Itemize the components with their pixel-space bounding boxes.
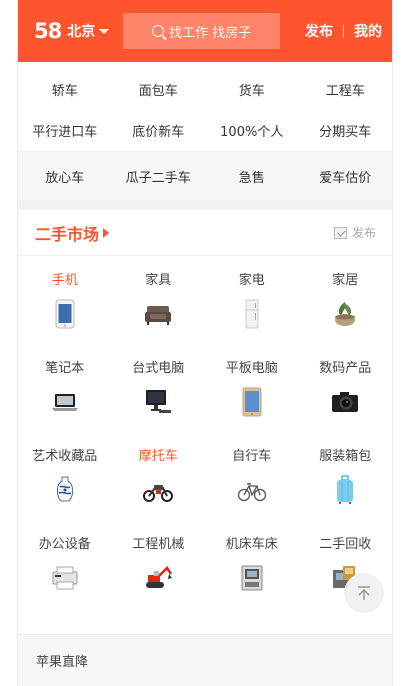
category-item[interactable]: 手机: [18, 270, 112, 358]
category-label: 笔记本: [45, 361, 85, 376]
city-selector[interactable]: 北京: [67, 21, 110, 41]
category-label: 家具: [145, 273, 172, 288]
back-to-top-button[interactable]: [344, 573, 384, 613]
printer-icon: [49, 562, 81, 594]
category-label: 办公设备: [38, 537, 91, 552]
category-label: 摩托车: [138, 449, 178, 464]
logo[interactable]: 58: [34, 19, 62, 43]
excavator-icon: [142, 562, 174, 594]
category-item[interactable]: 平板电脑: [205, 358, 299, 446]
quick-link[interactable]: 货车: [205, 69, 299, 110]
category-label: 工程机械: [132, 537, 185, 552]
quick-link[interactable]: 轿车: [18, 69, 112, 110]
category-label: 家居: [332, 273, 359, 288]
header-links: 发布 我的: [305, 21, 382, 41]
quick-link[interactable]: 爱车估价: [299, 152, 393, 200]
quick-link[interactable]: 瓜子二手车: [112, 152, 206, 200]
quick-link[interactable]: 急售: [205, 152, 299, 200]
bicycle-icon: [236, 474, 268, 506]
category-label: 二手回收: [319, 537, 372, 552]
camera-icon: [329, 386, 361, 418]
post-link[interactable]: 发布: [305, 21, 333, 41]
top-header: 58 北京 找工作 找房子 发布 我的: [18, 0, 392, 62]
header-divider: [343, 24, 344, 38]
category-item[interactable]: 笔记本: [18, 358, 112, 446]
market-post-label: 发布: [351, 226, 376, 240]
quick-link[interactable]: 分期买车: [299, 110, 393, 151]
category-label: 机床车床: [225, 537, 278, 552]
quick-link[interactable]: 100%个人: [205, 110, 299, 151]
category-label: 台式电脑: [132, 361, 185, 376]
quick-links-row-1: 轿车 面包车 货车 工程车: [18, 62, 392, 110]
vase-icon: [49, 474, 81, 506]
suitcase-icon: [329, 474, 361, 506]
quick-link[interactable]: 平行进口车: [18, 110, 112, 151]
machine-icon: [236, 562, 268, 594]
city-label: 北京: [67, 24, 96, 40]
category-label: 艺术收藏品: [32, 449, 98, 464]
category-label: 家电: [238, 273, 265, 288]
category-item[interactable]: 摩托车: [112, 446, 206, 534]
category-label: 平板电脑: [225, 361, 278, 376]
category-item[interactable]: 台式电脑: [112, 358, 206, 446]
plant-pot-icon: [329, 298, 361, 330]
fridge-icon: [236, 298, 268, 330]
search-icon: [152, 25, 165, 37]
category-grid: 手机 家具 家电 家居笔记本 台式电脑 平板电脑 数码产品艺术收藏品 摩托车 自行车 服装箱包办公…: [18, 256, 392, 622]
laptop-icon: [49, 386, 81, 418]
search-box[interactable]: 找工作 找房子: [123, 13, 281, 49]
category-item[interactable]: 机床车床: [205, 534, 299, 622]
category-item[interactable]: 艺术收藏品: [18, 446, 112, 534]
section-divider: [18, 200, 392, 210]
category-item[interactable]: 家居: [299, 270, 393, 358]
quick-link[interactable]: 放心车: [18, 152, 112, 200]
category-label: 手机: [51, 273, 78, 288]
desktop-icon: [142, 386, 174, 418]
quick-link[interactable]: 面包车: [112, 69, 206, 110]
category-item[interactable]: 家电: [205, 270, 299, 358]
category-item[interactable]: 数码产品: [299, 358, 393, 446]
tablet-icon: [236, 386, 268, 418]
quick-link[interactable]: 工程车: [299, 69, 393, 110]
category-label: 数码产品: [319, 361, 372, 376]
category-item[interactable]: 家具: [112, 270, 206, 358]
arrow-up-icon: [358, 586, 370, 600]
quick-link[interactable]: 底价新车: [112, 110, 206, 151]
category-item[interactable]: 办公设备: [18, 534, 112, 622]
market-title[interactable]: 二手市场: [35, 221, 99, 245]
bottom-bar: 苹果直降: [18, 634, 392, 686]
caret-down-icon: [99, 28, 110, 34]
category-label: 自行车: [232, 449, 272, 464]
phone-icon: [49, 298, 81, 330]
page-frame: 58 北京 找工作 找房子 发布 我的 轿车 面包车 货车 工程车 平行进口车 …: [17, 0, 393, 686]
bottom-bar-label[interactable]: 苹果直降: [36, 651, 88, 670]
chevron-right-icon: [103, 227, 110, 238]
quick-links-row-3: 放心车 瓜子二手车 急售 爱车估价: [18, 151, 392, 200]
sofa-icon: [142, 298, 174, 330]
category-item[interactable]: 服装箱包: [299, 446, 393, 534]
search-placeholder: 找工作 找房子: [169, 25, 252, 41]
mine-link[interactable]: 我的: [354, 21, 382, 41]
quick-links-row-2: 平行进口车 底价新车 100%个人 分期买车: [18, 110, 392, 151]
category-item[interactable]: 自行车: [205, 446, 299, 534]
motorcycle-icon: [142, 474, 174, 506]
market-post-button[interactable]: 发布: [333, 224, 376, 241]
category-item[interactable]: 工程机械: [112, 534, 206, 622]
checkbox-icon: [333, 226, 347, 239]
category-label: 服装箱包: [319, 449, 372, 464]
market-header: 二手市场 发布: [18, 210, 392, 256]
